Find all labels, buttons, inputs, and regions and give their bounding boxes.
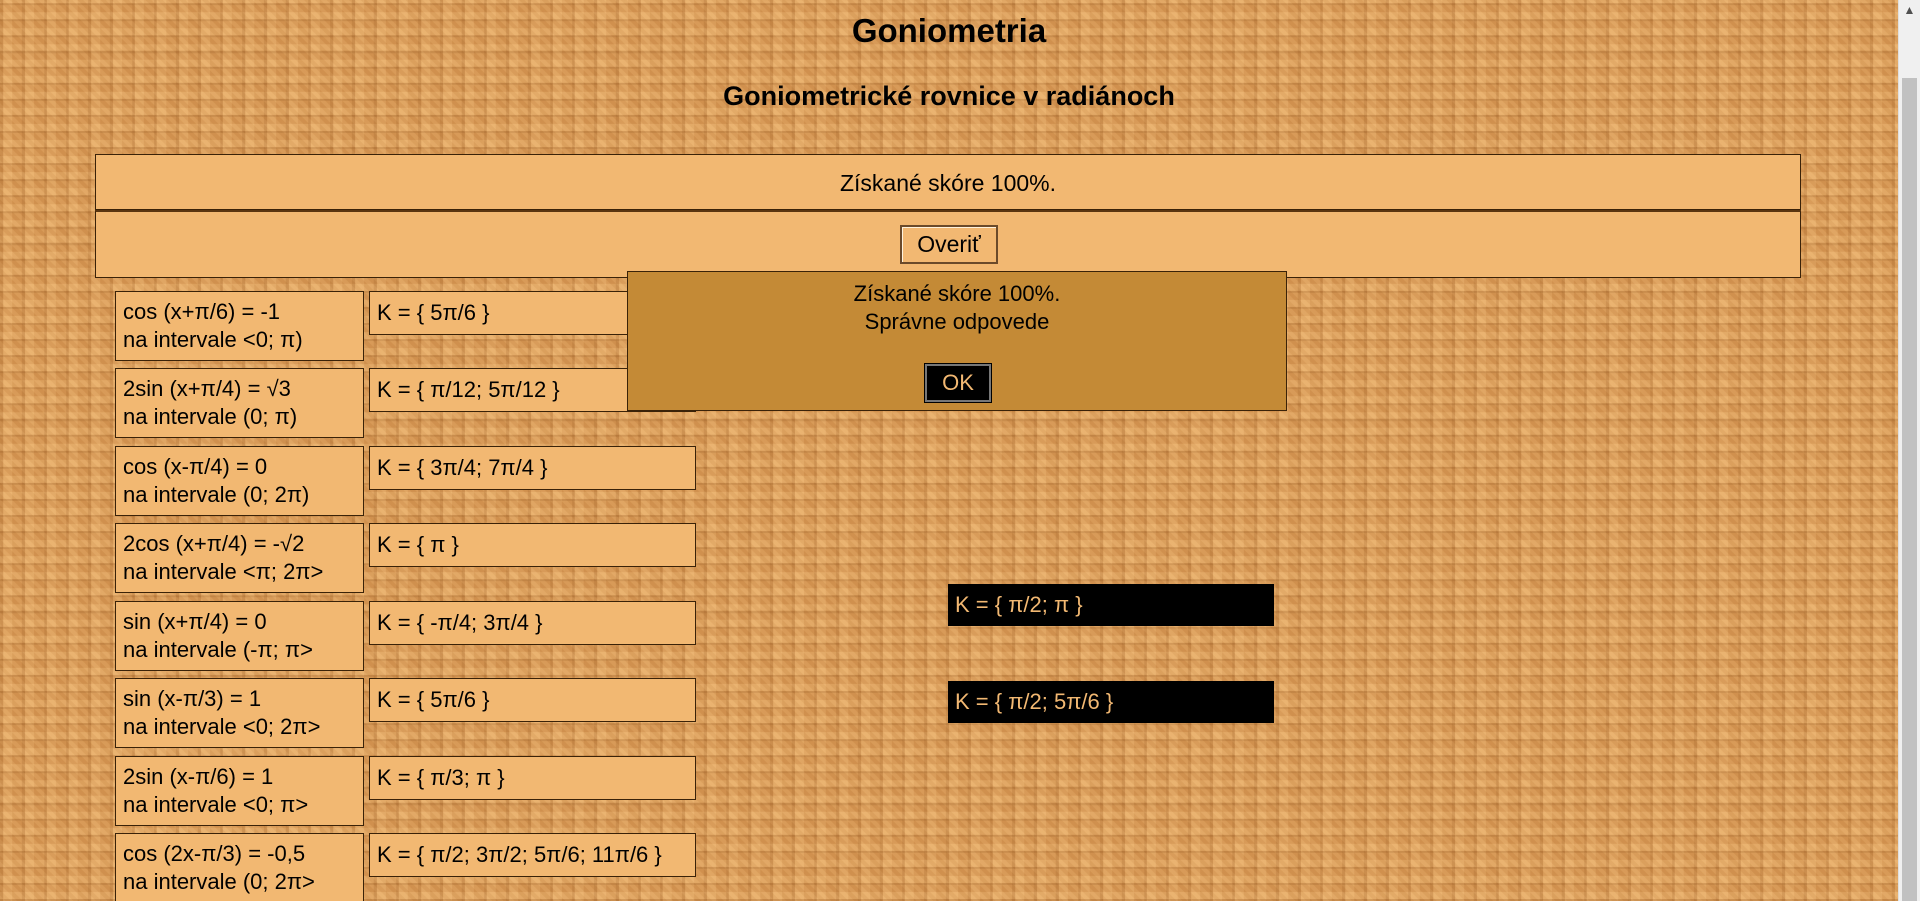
- score-panel: Získané skóre 100%.: [95, 154, 1801, 210]
- equation-interval: na intervale <0; π>: [123, 792, 309, 817]
- page-subtitle: Goniometrické rovnice v radiánoch: [723, 81, 1175, 111]
- answer-option[interactable]: K = { π/2; 5π/6 }: [948, 681, 1274, 723]
- answer-option[interactable]: K = { π/2; π }: [948, 584, 1274, 626]
- equation-interval: na intervale <0; π): [123, 327, 303, 352]
- answer-box[interactable]: K = { π }: [369, 523, 696, 567]
- equation-interval: na intervale <0; 2π>: [123, 714, 321, 739]
- ok-button[interactable]: OK: [924, 363, 992, 403]
- equation-interval: na intervale (0; π): [123, 404, 298, 429]
- equation-box: cos (2x-π/3) = -0,5 na intervale (0; 2π>: [115, 833, 364, 901]
- equation-text: sin (x-π/3) = 1: [123, 686, 262, 711]
- page-title: Goniometria: [851, 12, 1047, 49]
- answer-box[interactable]: K = { 5π/6 }: [369, 678, 696, 722]
- score-text: Získané skóre 100%.: [839, 170, 1057, 196]
- equation-box: 2sin (x-π/6) = 1 na intervale <0; π>: [115, 756, 364, 826]
- equation-text: cos (x-π/4) = 0: [123, 454, 268, 479]
- equation-text: 2cos (x+π/4) = -√2: [123, 531, 305, 556]
- dialog-message: Správne odpovede: [864, 309, 1050, 334]
- equation-text: sin (x+π/4) = 0: [123, 609, 267, 634]
- answer-box[interactable]: K = { π/3; π }: [369, 756, 696, 800]
- triangle-up-icon[interactable]: ▲: [1899, 0, 1920, 20]
- dialog-score-text: Získané skóre 100%.: [853, 281, 1061, 306]
- equation-box: 2sin (x+π/4) = √3 na intervale (0; π): [115, 368, 364, 438]
- answer-box[interactable]: K = { -π/4; 3π/4 }: [369, 601, 696, 645]
- result-dialog: Získané skóre 100%. Správne odpovede OK: [627, 271, 1287, 411]
- equation-box: sin (x-π/3) = 1 na intervale <0; 2π>: [115, 678, 364, 748]
- equation-interval: na intervale <π; 2π>: [123, 559, 324, 584]
- scrollbar-thumb[interactable]: [1902, 78, 1917, 901]
- vertical-scrollbar[interactable]: ▲: [1898, 0, 1920, 901]
- equation-interval: na intervale (0; 2π): [123, 482, 310, 507]
- equation-box: cos (x-π/4) = 0 na intervale (0; 2π): [115, 446, 364, 516]
- verify-button[interactable]: Overiť: [900, 225, 998, 264]
- equation-box: 2cos (x+π/4) = -√2 na intervale <π; 2π>: [115, 523, 364, 593]
- equation-text: cos (x+π/6) = -1: [123, 299, 281, 324]
- equation-interval: na intervale (-π; π>: [123, 637, 313, 662]
- equation-text: 2sin (x-π/6) = 1: [123, 764, 274, 789]
- equation-box: cos (x+π/6) = -1 na intervale <0; π): [115, 291, 364, 361]
- equation-interval: na intervale (0; 2π>: [123, 869, 315, 894]
- equation-text: cos (2x-π/3) = -0,5: [123, 841, 306, 866]
- answer-box[interactable]: K = { 3π/4; 7π/4 }: [369, 446, 696, 490]
- answer-box[interactable]: K = { π/2; 3π/2; 5π/6; 11π/6 }: [369, 833, 696, 877]
- equation-text: 2sin (x+π/4) = √3: [123, 376, 291, 401]
- equation-box: sin (x+π/4) = 0 na intervale (-π; π>: [115, 601, 364, 671]
